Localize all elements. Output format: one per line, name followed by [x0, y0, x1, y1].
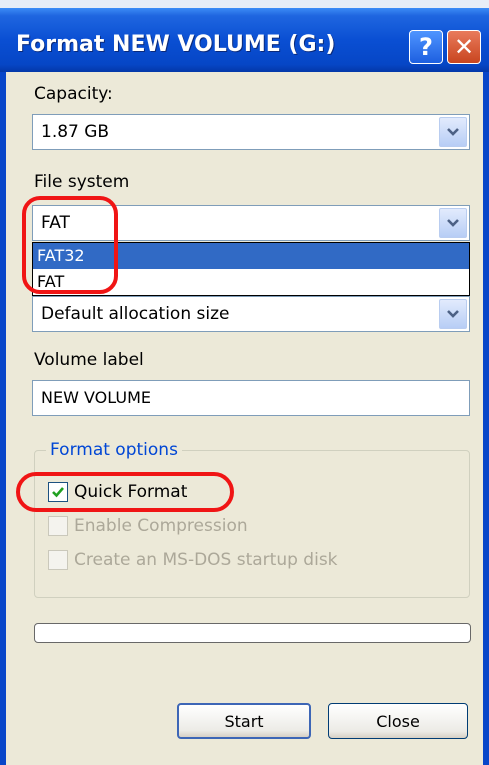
capacity-value: 1.87 GB: [41, 122, 110, 142]
allocation-dropdown-arrow[interactable]: [439, 299, 467, 329]
quick-format-option[interactable]: Quick Format: [48, 480, 187, 504]
background-strip: [0, 0, 489, 8]
start-button[interactable]: Start: [177, 703, 311, 739]
capacity-dropdown-arrow[interactable]: [439, 117, 467, 147]
window-border-right: [483, 72, 489, 765]
msdos-startup-label: Create an MS-DOS startup disk: [74, 550, 338, 570]
allocation-size-value: Default allocation size: [41, 304, 230, 324]
format-dialog: Format NEW VOLUME (G:) ? ✕ Capacity: 1.8…: [0, 0, 489, 765]
checkmark-icon: [52, 487, 64, 498]
file-system-option-fat[interactable]: FAT: [33, 269, 469, 295]
allocation-size-dropdown[interactable]: Default allocation size: [32, 296, 470, 332]
volume-label-label: Volume label: [34, 350, 144, 370]
format-progress-bar: [34, 623, 471, 643]
close-button[interactable]: Close: [328, 703, 468, 739]
chevron-down-icon: [447, 219, 459, 227]
msdos-startup-option[interactable]: Create an MS-DOS startup disk: [48, 548, 338, 572]
msdos-startup-checkbox[interactable]: [48, 550, 68, 570]
capacity-dropdown[interactable]: 1.87 GB: [32, 114, 470, 150]
chevron-down-icon: [447, 310, 459, 318]
file-system-options-list[interactable]: FAT32 FAT: [32, 242, 470, 296]
file-system-value: FAT: [41, 213, 70, 233]
file-system-option-fat32[interactable]: FAT32: [33, 243, 469, 269]
quick-format-checkbox[interactable]: [48, 482, 68, 502]
enable-compression-checkbox[interactable]: [48, 516, 68, 536]
format-options-legend: Format options: [46, 440, 182, 460]
capacity-label: Capacity:: [34, 84, 113, 104]
volume-label-value: NEW VOLUME: [41, 388, 151, 407]
window-close-button[interactable]: ✕: [447, 30, 481, 64]
window-title: Format NEW VOLUME (G:): [16, 32, 336, 57]
title-bar[interactable]: Format NEW VOLUME (G:) ? ✕: [0, 8, 489, 72]
chevron-down-icon: [447, 128, 459, 136]
file-system-dropdown-arrow[interactable]: [439, 208, 467, 238]
volume-label-input[interactable]: NEW VOLUME: [32, 380, 470, 416]
quick-format-label: Quick Format: [74, 482, 188, 502]
close-icon: ✕: [453, 33, 475, 61]
file-system-dropdown[interactable]: FAT: [32, 205, 470, 241]
help-icon: ?: [419, 33, 433, 61]
help-button[interactable]: ?: [409, 30, 443, 64]
window-border-left: [0, 72, 6, 765]
enable-compression-label: Enable Compression: [74, 516, 248, 536]
enable-compression-option[interactable]: Enable Compression: [48, 514, 248, 538]
file-system-label: File system: [34, 172, 130, 192]
